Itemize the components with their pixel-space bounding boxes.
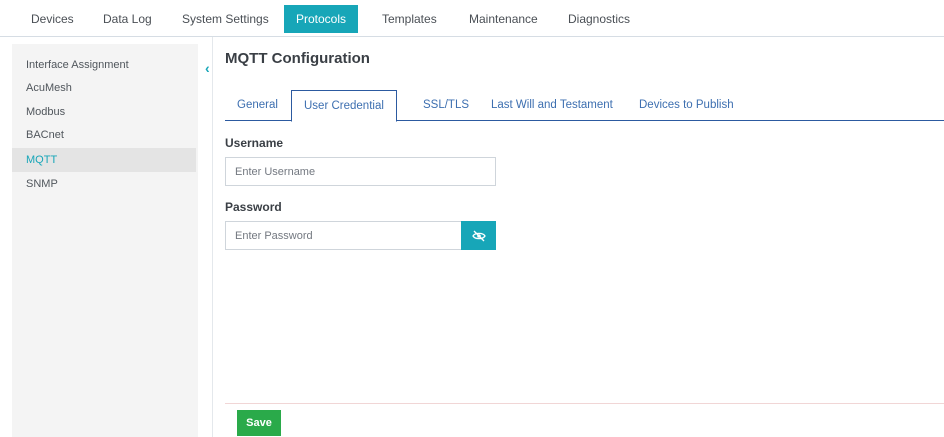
eye-slash-icon[interactable] bbox=[461, 221, 496, 250]
page-title: MQTT Configuration bbox=[225, 50, 370, 67]
sidebar-item-acumesh[interactable]: AcuMesh bbox=[12, 76, 196, 100]
tab-devices-to-publish[interactable]: Devices to Publish bbox=[627, 90, 746, 121]
save-button[interactable]: Save bbox=[237, 410, 281, 436]
main-panel: MQTT Configuration General User Credenti… bbox=[212, 37, 944, 437]
nav-tab-maintenance[interactable]: Maintenance bbox=[463, 8, 544, 30]
config-tabs: General User Credential SSL/TLS Last Wil… bbox=[225, 90, 944, 122]
nav-tab-data-log[interactable]: Data Log bbox=[97, 8, 158, 30]
nav-tab-devices[interactable]: Devices bbox=[25, 8, 80, 30]
username-input[interactable] bbox=[225, 157, 496, 186]
sidebar-item-snmp[interactable]: SNMP bbox=[12, 172, 196, 196]
sidebar-item-mqtt[interactable]: MQTT bbox=[12, 148, 196, 172]
sidebar-item-interface-assignment[interactable]: Interface Assignment bbox=[12, 53, 196, 77]
footer-divider bbox=[225, 403, 944, 404]
tab-general[interactable]: General bbox=[225, 90, 290, 121]
password-input[interactable] bbox=[225, 221, 462, 250]
nav-tab-protocols[interactable]: Protocols bbox=[284, 5, 359, 33]
password-label: Password bbox=[225, 200, 282, 214]
nav-tab-templates[interactable]: Templates bbox=[376, 8, 443, 30]
top-navigation: Devices Data Log System Settings Protoco… bbox=[0, 0, 944, 37]
sidebar-item-modbus[interactable]: Modbus bbox=[12, 100, 196, 124]
tab-ssl-tls[interactable]: SSL/TLS bbox=[411, 90, 481, 121]
nav-tab-system-settings[interactable]: System Settings bbox=[176, 8, 275, 30]
sidebar-item-bacnet[interactable]: BACnet bbox=[12, 123, 196, 147]
tab-user-credential[interactable]: User Credential bbox=[291, 90, 397, 122]
nav-tab-diagnostics[interactable]: Diagnostics bbox=[562, 8, 636, 30]
tab-last-will-and-testament[interactable]: Last Will and Testament bbox=[479, 90, 625, 121]
username-label: Username bbox=[225, 136, 284, 150]
sidebar: Interface Assignment AcuMesh Modbus BACn… bbox=[12, 44, 198, 437]
